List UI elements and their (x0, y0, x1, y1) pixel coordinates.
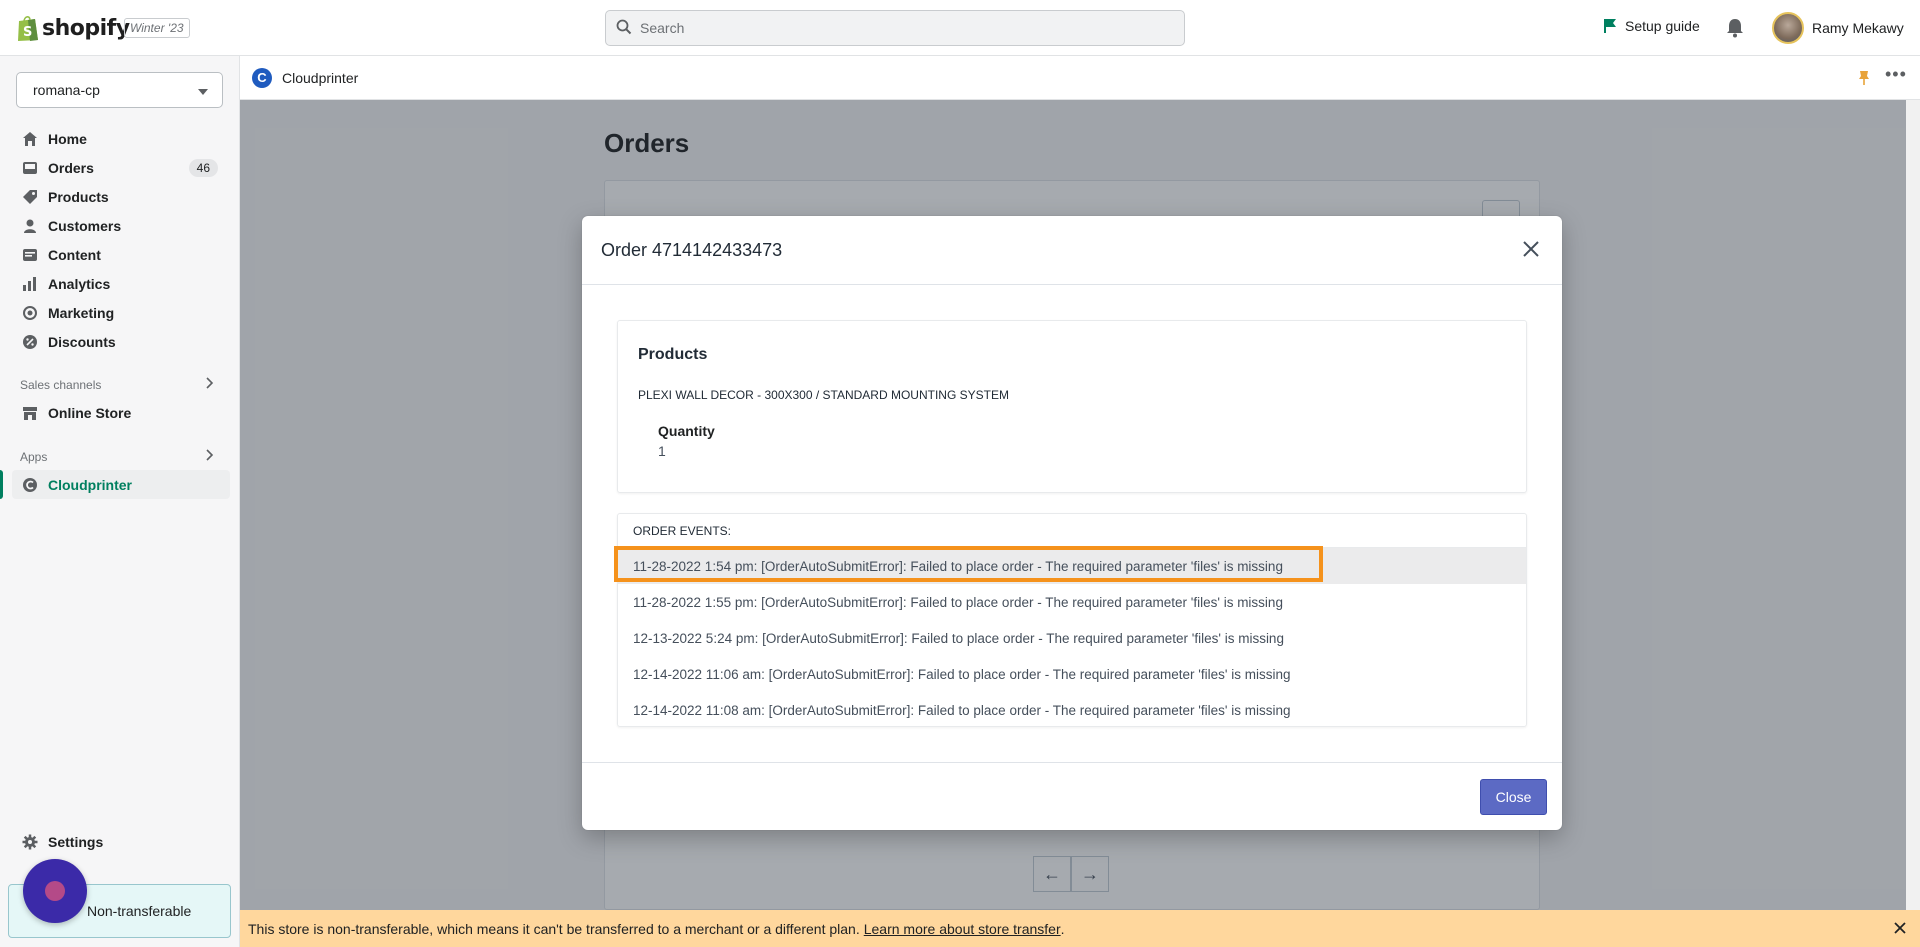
close-button[interactable]: Close (1480, 779, 1547, 815)
top-bar: S shopify Winter '23 Search Setup guide … (0, 0, 1920, 56)
order-modal: Order 4714142433473 Products PLEXI WALL … (582, 216, 1562, 830)
event-row[interactable]: 12-13-2022 5:24 pm: [OrderAutoSubmitErro… (618, 620, 1526, 656)
sidebar-item-label: Analytics (48, 275, 111, 292)
modal-body: Products PLEXI WALL DECOR - 300X300 / ST… (582, 285, 1562, 762)
sales-channels-label: Sales channels (20, 378, 102, 392)
store-transfer-banner: This store is non-transferable, which me… (240, 910, 1920, 947)
chevron-right-icon[interactable] (206, 448, 214, 464)
cloudprinter-logo-icon: C (252, 67, 272, 88)
sidebar-item-label: Marketing (48, 304, 115, 321)
search-placeholder: Search (640, 20, 685, 36)
sidebar-item-label: Customers (48, 217, 122, 234)
more-options-icon[interactable]: ••• (1885, 64, 1907, 85)
orders-count-badge: 46 (188, 159, 218, 177)
sidebar-item-settings[interactable]: Settings (22, 834, 103, 850)
products-heading: Products (638, 346, 708, 363)
sidebar-item-content[interactable]: Content (12, 240, 230, 269)
store-icon (22, 405, 38, 421)
event-row[interactable]: 12-14-2022 11:06 am: [OrderAutoSubmitErr… (618, 656, 1526, 692)
app-header: C Cloudprinter ••• (240, 56, 1920, 100)
chat-icon (45, 881, 65, 901)
home-icon (22, 131, 38, 147)
active-indicator (0, 470, 3, 499)
discount-icon (22, 334, 38, 350)
app-title: Cloudprinter (282, 69, 359, 86)
sidebar-item-label: Content (48, 246, 101, 263)
close-icon[interactable] (1894, 921, 1906, 937)
search-input[interactable]: Search (605, 10, 1185, 46)
learn-more-link[interactable]: Learn more about store transfer (864, 921, 1061, 937)
sidebar-item-marketing[interactable]: Marketing (12, 298, 230, 327)
modal-footer: Close (582, 762, 1562, 830)
sidebar-item-analytics[interactable]: Analytics (12, 269, 230, 298)
shopify-logo[interactable]: S shopify (16, 14, 130, 42)
sidebar-item-discounts[interactable]: Discounts (12, 327, 230, 356)
chevron-right-icon[interactable] (206, 376, 214, 392)
store-select[interactable]: romana-cp (16, 72, 223, 108)
bell-icon[interactable] (1726, 18, 1744, 41)
modal-title: Order 4714142433473 (601, 239, 783, 260)
sidebar-item-label: Cloudprinter (48, 476, 132, 493)
sidebar-item-products[interactable]: Products (12, 182, 230, 211)
products-card: Products PLEXI WALL DECOR - 300X300 / ST… (617, 320, 1527, 493)
gear-icon (22, 834, 38, 850)
search-icon (616, 19, 632, 38)
close-icon[interactable] (1518, 236, 1544, 262)
banner-text: This store is non-transferable, which me… (248, 920, 860, 937)
analytics-icon (22, 276, 38, 292)
sidebar-item-customers[interactable]: Customers (12, 211, 230, 240)
quantity-label: Quantity (658, 423, 715, 439)
version-badge: Winter '23 (124, 18, 190, 38)
sidebar-item-label: Home (48, 130, 87, 147)
pin-icon[interactable] (1858, 70, 1870, 89)
store-name: romana-cp (33, 82, 100, 98)
sidebar-item-orders[interactable]: Orders 46 (12, 153, 230, 182)
person-icon (22, 218, 38, 234)
user-menu[interactable]: Ramy Mekawy (1772, 12, 1904, 44)
sidebar-item-online-store[interactable]: Online Store (12, 398, 230, 427)
non-transferable-label: Non-transferable (87, 903, 192, 919)
settings-label: Settings (48, 834, 104, 850)
product-name: PLEXI WALL DECOR - 300X300 / STANDARD MO… (638, 388, 1009, 402)
banner-period: . (1060, 920, 1065, 937)
sidebar-item-label: Orders (48, 159, 94, 176)
scrollbar[interactable] (1906, 100, 1920, 910)
event-row[interactable]: 12-14-2022 11:08 am: [OrderAutoSubmitErr… (618, 692, 1526, 728)
quantity-value: 1 (658, 443, 666, 459)
sidebar-item-label: Products (48, 188, 109, 205)
sidebar: romana-cp Home Orders 46 Products Custom… (0, 56, 240, 947)
modal-header: Order 4714142433473 (582, 216, 1562, 285)
apps-label: Apps (20, 450, 48, 464)
sidebar-item-label: Discounts (48, 333, 116, 350)
primary-nav: Home Orders 46 Products Customers Conten… (12, 124, 230, 356)
sidebar-item-home[interactable]: Home (12, 124, 230, 153)
shopify-bag-icon: S (16, 14, 40, 42)
chat-launcher-button[interactable] (23, 859, 87, 923)
content-icon (22, 247, 38, 263)
svg-text:S: S (23, 25, 32, 40)
tag-icon (22, 189, 38, 205)
events-heading: ORDER EVENTS: (618, 514, 1526, 548)
sidebar-item-cloudprinter[interactable]: Cloudprinter (0, 470, 230, 499)
setup-guide-button[interactable]: Setup guide (1603, 18, 1700, 34)
caret-down-icon (198, 82, 208, 98)
event-row[interactable]: 11-28-2022 1:55 pm: [OrderAutoSubmitErro… (618, 584, 1526, 620)
cloudprinter-icon (22, 477, 38, 493)
orders-icon (22, 160, 38, 176)
sidebar-item-label: Online Store (48, 404, 132, 421)
brand-name: shopify (42, 15, 130, 41)
highlight-annotation (614, 546, 1323, 582)
flag-icon (1603, 18, 1617, 34)
setup-guide-label: Setup guide (1625, 18, 1700, 34)
avatar (1772, 12, 1804, 44)
marketing-icon (22, 305, 38, 321)
user-name: Ramy Mekawy (1812, 20, 1904, 36)
